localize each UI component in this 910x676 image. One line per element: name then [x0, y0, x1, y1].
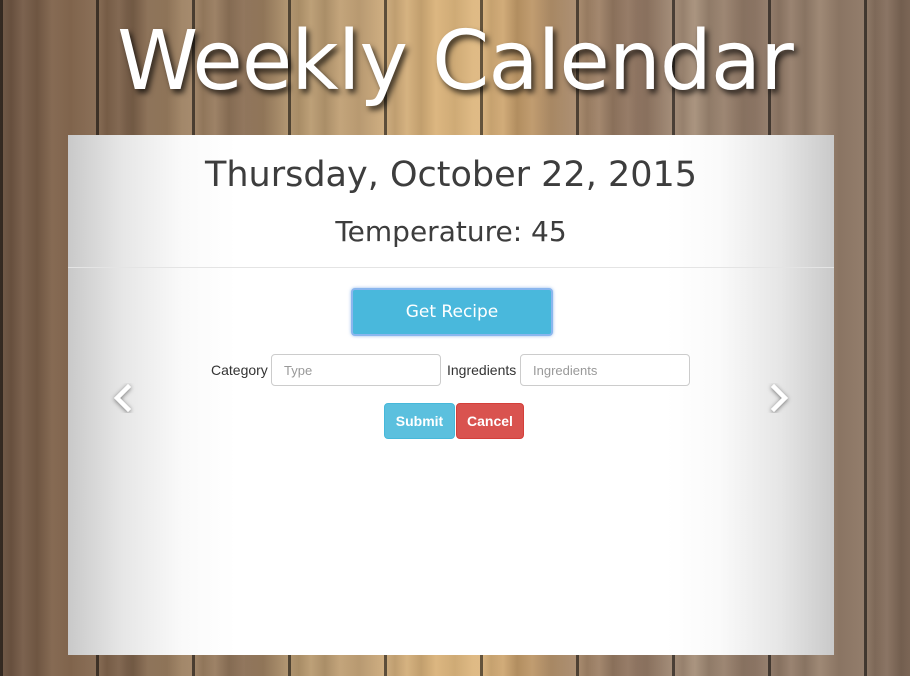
- ingredients-input[interactable]: Ingredients: [520, 354, 690, 386]
- category-label: Category: [211, 362, 268, 378]
- calendar-carousel: Thursday, October 22, 2015 Temperature: …: [68, 135, 834, 655]
- ingredients-label: Ingredients: [447, 362, 517, 378]
- carousel-prev-button[interactable]: [108, 383, 138, 413]
- cancel-button[interactable]: Cancel: [456, 403, 524, 439]
- get-recipe-button[interactable]: Get Recipe: [351, 288, 553, 336]
- recipe-form: Category Type Ingredients Ingredients: [68, 354, 834, 388]
- chevron-left-icon: [113, 383, 132, 413]
- chevron-right-icon: [770, 383, 789, 413]
- carousel-next-button[interactable]: [764, 383, 794, 413]
- date-heading: Thursday, October 22, 2015: [204, 155, 698, 195]
- submit-button[interactable]: Submit: [384, 403, 455, 439]
- page-title: Weekly Calendar: [117, 14, 794, 109]
- category-placeholder: Type: [284, 363, 313, 378]
- divider: [68, 267, 834, 268]
- category-input[interactable]: Type: [271, 354, 441, 386]
- ingredients-placeholder: Ingredients: [533, 363, 598, 378]
- temperature-text: Temperature: 45: [335, 215, 567, 248]
